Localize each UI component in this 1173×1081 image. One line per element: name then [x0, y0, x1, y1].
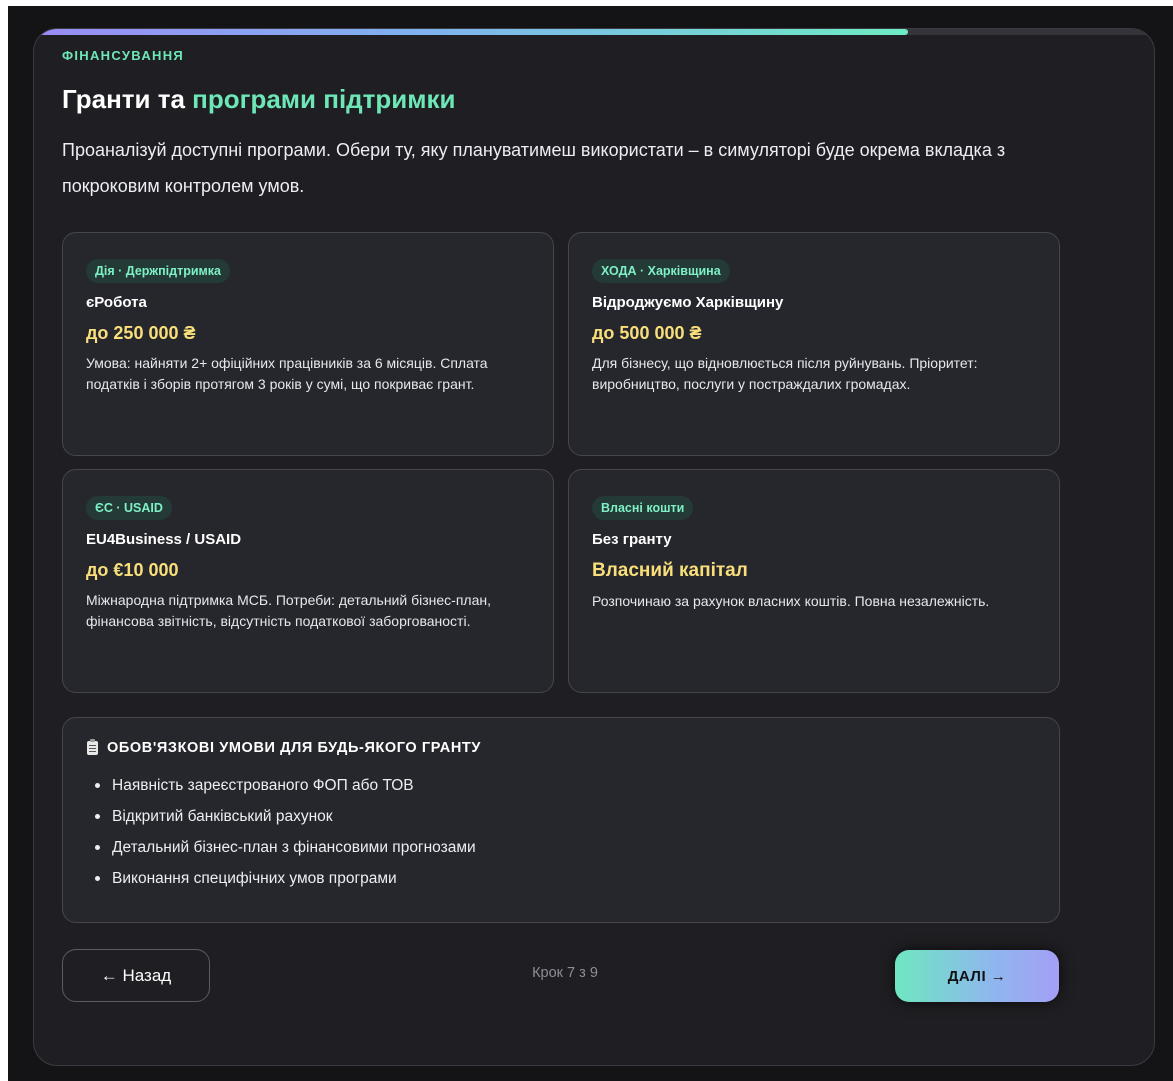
grant-option-eu4business[interactable]: ЄС · USAID EU4Business / USAID до €10 00… [62, 469, 554, 693]
option-name: Без гранту [592, 531, 672, 548]
option-description: Для бізнесу, що відновлюється після руйн… [592, 355, 978, 392]
clipboard-icon [87, 739, 98, 755]
option-tag: Власні кошти [592, 496, 694, 520]
grant-option-own-funds[interactable]: Власні кошти Без гранту Власний капітал … [568, 469, 1060, 693]
grant-options-grid: Дія · Держпідтримка єРобота до 250 000 ₴… [62, 232, 1060, 693]
grant-option-kharkivshchyna[interactable]: ХОДА · Харківщина Відроджуємо Харківщину… [568, 232, 1060, 456]
page-title-prefix: Гранти та [62, 84, 193, 114]
next-button[interactable]: ДАЛІ → [895, 950, 1059, 1002]
option-name: Відроджуємо Харківщину [592, 294, 784, 311]
list-item: Виконання специфічних умов програми [87, 863, 1035, 894]
back-button[interactable]: ← Назад [62, 949, 210, 1002]
option-description: Розпочинаю за рахунок власних коштів. По… [592, 593, 990, 609]
option-amount: до €10 000 [86, 560, 179, 580]
section-eyebrow: ФІНАНСУВАННЯ [62, 48, 185, 63]
option-name: єРобота [86, 294, 147, 311]
option-tag: ЄС · USAID [86, 496, 172, 520]
page-description: Проаналізуй доступні програми. Обери ту,… [62, 140, 1006, 196]
progress-bar-fill [34, 29, 908, 35]
step-indicator: Крок 7 з 9 [532, 965, 598, 981]
option-tag: ХОДА · Харківщина [592, 259, 730, 283]
page-title-accent: програми підтримки [192, 84, 456, 114]
grant-option-erobota[interactable]: Дія · Держпідтримка єРобота до 250 000 ₴… [62, 232, 554, 456]
list-item: Відкритий банківський рахунок [87, 801, 1035, 832]
list-item: Детальний бізнес-план з фінансовими прог… [87, 832, 1035, 863]
option-description: Міжнародна підтримка МСБ. Потреби: детал… [86, 592, 491, 629]
list-item: Наявність зареєстрованого ФОП або ТОВ [87, 770, 1035, 801]
requirements-heading: ОБОВ'ЯЗКОВІ УМОВИ ДЛЯ БУДЬ-ЯКОГО ГРАНТУ [87, 739, 1035, 756]
option-tag: Дія · Держпідтримка [86, 259, 230, 283]
requirements-list: Наявність зареєстрованого ФОП або ТОВ Ві… [87, 770, 1035, 894]
page-title: Гранти та програми підтримки [62, 84, 456, 115]
progress-bar [34, 29, 1154, 35]
option-amount: до 250 000 ₴ [86, 323, 196, 343]
requirements-title: ОБОВ'ЯЗКОВІ УМОВИ ДЛЯ БУДЬ-ЯКОГО ГРАНТУ [107, 740, 481, 756]
option-amount: до 500 000 ₴ [592, 323, 702, 343]
mandatory-requirements-panel: ОБОВ'ЯЗКОВІ УМОВИ ДЛЯ БУДЬ-ЯКОГО ГРАНТУ … [62, 717, 1060, 923]
option-description: Умова: найняти 2+ офіційних працівників … [86, 355, 488, 392]
option-amount: Власний капітал [592, 560, 748, 581]
option-name: EU4Business / USAID [86, 531, 242, 548]
